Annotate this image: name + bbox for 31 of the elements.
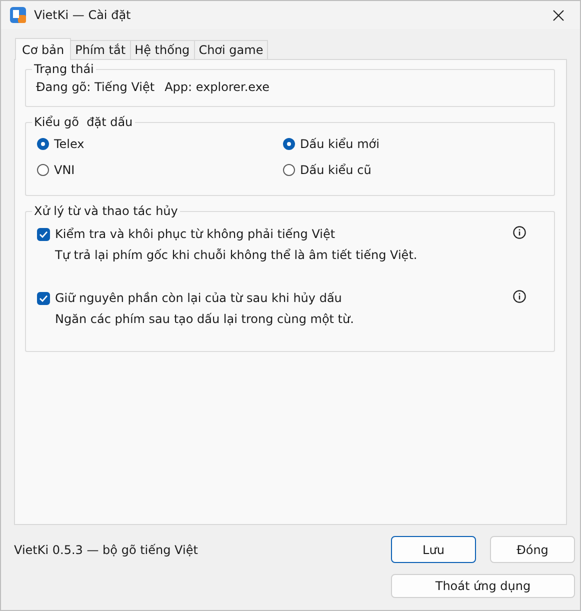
- group-title: Kiểu gõ đặt dấu: [33, 115, 134, 129]
- group-title: Xử lý từ và thao tác hủy: [33, 204, 179, 218]
- dialog-button[interactable]: Thoát ứng dụng: [391, 574, 575, 598]
- checkbox[interactable]: [37, 228, 50, 240]
- radio-label: Dấu kiểu mới: [300, 137, 380, 151]
- app-icon: [10, 7, 26, 23]
- radio-label: Dấu kiểu cũ: [300, 163, 372, 177]
- radio-button[interactable]: [37, 138, 49, 150]
- close-icon[interactable]: [552, 10, 564, 20]
- radio-button[interactable]: [283, 138, 295, 150]
- radio-button[interactable]: [283, 164, 295, 176]
- tab[interactable]: Chơi game: [194, 40, 268, 59]
- tab[interactable]: Hệ thống: [130, 40, 195, 59]
- radio-button[interactable]: [37, 164, 49, 176]
- checkbox[interactable]: [37, 292, 50, 304]
- group-title: Trạng thái: [33, 62, 95, 76]
- checkbox-label: Kiểm tra và khôi phục từ không phải tiếng Việt: [55, 227, 336, 241]
- dialog-button[interactable]: Đóng: [490, 536, 575, 563]
- tab[interactable]: Cơ bản: [15, 38, 72, 60]
- radio-label: Telex: [54, 137, 84, 151]
- checkbox-label: Giữ nguyên phần còn lại của từ sau khi hủy dấu: [55, 291, 342, 305]
- option-description: Ngăn các phím sau tạo dấu lại trong cùng một từ.: [55, 312, 355, 326]
- info-icon[interactable]: [513, 290, 526, 303]
- info-icon[interactable]: [513, 226, 526, 239]
- dialog-button[interactable]: Lưu: [391, 536, 476, 563]
- radio-label: VNI: [54, 163, 75, 177]
- option-description: Tự trả lại phím gốc khi chuỗi không thể là âm tiết tiếng Việt.: [55, 248, 418, 262]
- app-status: App: explorer.exe: [164, 80, 270, 94]
- version-text: VietKi 0.5.3 — bộ gõ tiếng Việt: [14, 542, 199, 556]
- typing-status: Đang gõ: Tiếng Việt: [36, 80, 155, 94]
- window-title: VietKi — Cài đặt: [34, 8, 132, 22]
